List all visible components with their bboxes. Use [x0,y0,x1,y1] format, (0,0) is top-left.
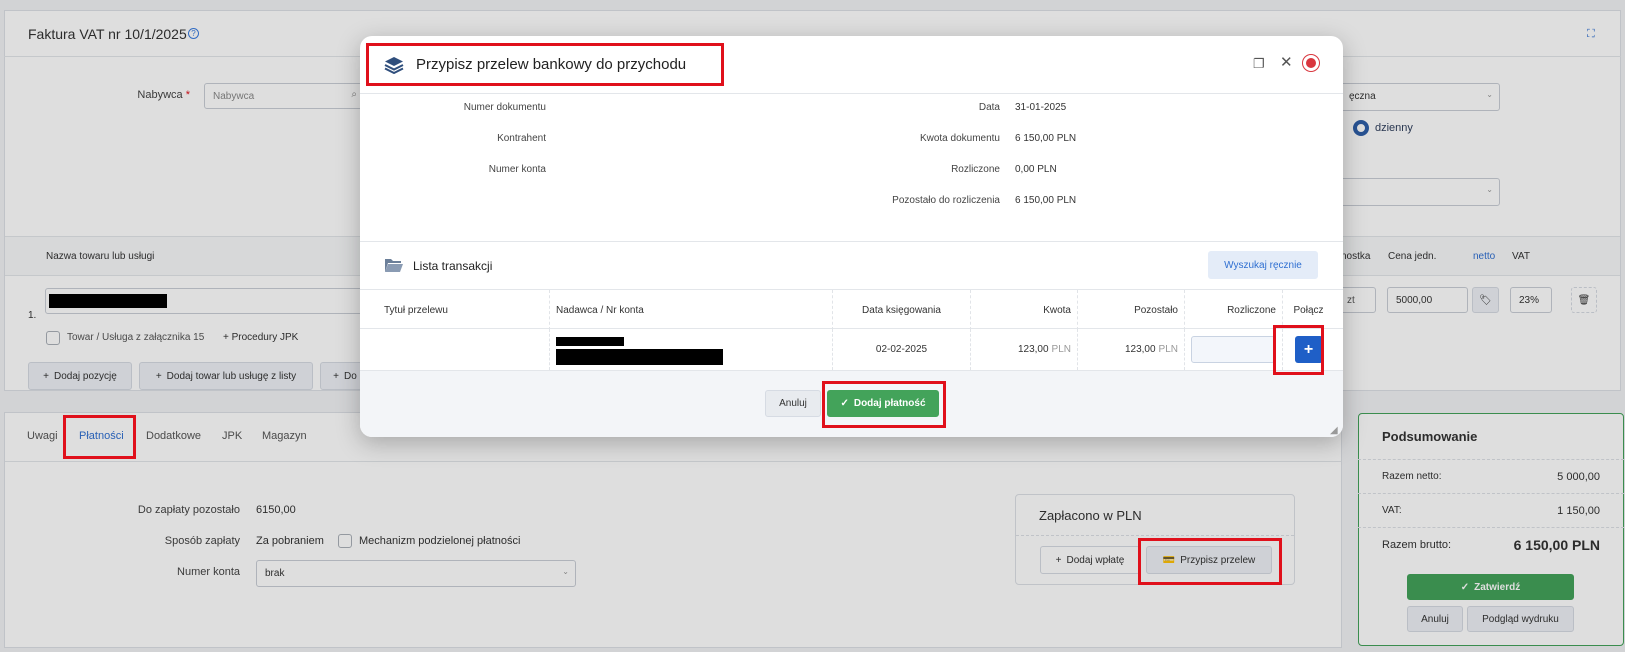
date-label: Data [978,102,1000,113]
copy-window-icon[interactable]: ❐ [1253,56,1265,72]
col-connect: Połącz [1282,290,1334,330]
modal-cancel-button[interactable]: Anuluj [765,390,821,417]
layers-icon [384,56,404,77]
transactions-list-title: Lista transakcji [413,259,493,273]
modal-title: Przypisz przelew bankowy do przychodu [416,56,687,73]
transactions-table-header: Tytuł przelewu Nadawca / Nr konta Data k… [360,289,1343,330]
col-remaining: Pozostało [1077,290,1184,330]
cell-posting-date: 02-02-2025 [832,329,970,370]
redacted-account-number [556,349,723,365]
settled-label: Rozliczone [951,164,1000,175]
col-settled: Rozliczone [1184,290,1282,330]
resize-handle-icon[interactable]: ◢ [1330,425,1338,436]
col-sender: Nadawca / Nr konta [549,290,825,330]
help-lifebuoy-icon[interactable] [1303,55,1319,71]
contractor-label: Kontrahent [497,133,546,144]
assign-transfer-modal: Przypisz przelew bankowy do przychodu ❐ … [360,36,1343,437]
divider [360,241,1343,242]
plus-icon: + [1303,340,1314,358]
folder-icon [384,257,404,276]
divider [360,93,1343,94]
cell-transfer-title [378,329,547,370]
cell-connect: + [1282,329,1334,370]
check-icon: ✓ [840,398,849,409]
col-transfer-title: Tytuł przelewu [384,304,448,316]
cell-amount: 123,00 PLN [970,329,1077,370]
cell-remaining: 123,00 PLN [1077,329,1184,370]
doc-number-label: Numer dokumentu [463,102,546,113]
remaining-settle-value: 6 150,00 PLN [1015,195,1077,206]
settled-input[interactable] [1191,336,1275,363]
add-payment-button[interactable]: ✓ Dodaj płatność [827,390,939,417]
account-number-label: Numer konta [488,164,546,175]
table-row: 02-02-2025 123,00 PLN 123,00 PLN + [360,329,1343,370]
doc-amount-value: 6 150,00 PLN [1015,133,1077,144]
connect-button[interactable]: + [1294,336,1323,363]
cell-settled [1184,329,1282,370]
col-posting-date: Data księgowania [832,290,970,330]
doc-amount-label: Kwota dokumentu [919,133,1000,144]
settled-value: 0,00 PLN [1015,164,1057,175]
close-icon[interactable]: ✕ [1280,53,1293,71]
date-value: 31-01-2025 [1015,102,1067,113]
remaining-settle-label: Pozostało do rozliczenia [892,195,1000,206]
search-manual-button[interactable]: Wyszukaj ręcznie [1208,251,1318,279]
redacted-sender-name [556,337,624,346]
col-amount: Kwota [970,290,1077,330]
